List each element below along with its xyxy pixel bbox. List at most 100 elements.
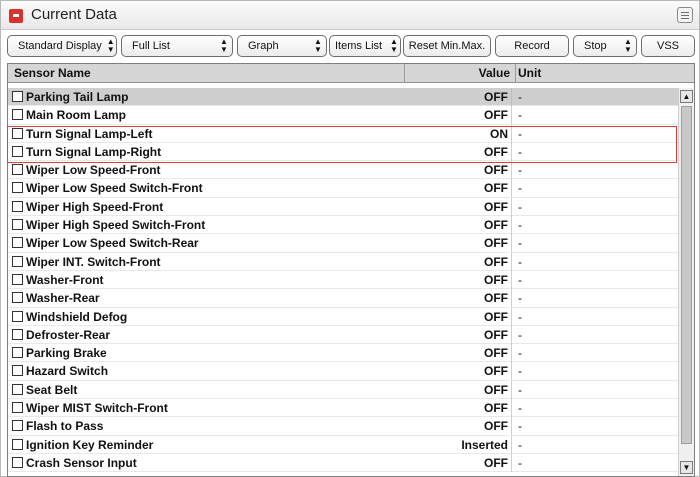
sensor-name: Main Room Lamp: [26, 108, 127, 123]
table-row[interactable]: Washer-Rear OFF -: [8, 289, 678, 308]
sensor-value: Inserted: [404, 435, 512, 454]
column-header-unit[interactable]: Unit: [515, 64, 541, 83]
row-checkbox[interactable]: [12, 273, 23, 285]
sensor-name: Defroster-Rear: [26, 327, 111, 342]
sensor-value: OFF: [404, 234, 512, 253]
column-header-sensor-name[interactable]: Sensor Name: [14, 64, 91, 83]
row-checkbox[interactable]: [12, 402, 23, 414]
sensor-name: Seat Belt: [26, 382, 78, 397]
table-header: Sensor Name Value Unit: [8, 64, 694, 83]
row-checkbox[interactable]: [12, 145, 23, 157]
table-row[interactable]: Wiper Low Speed Switch-Rear OFF -: [8, 234, 678, 253]
scroll-up-arrow-icon[interactable]: ▲: [680, 90, 693, 103]
sensor-name: Wiper Low Speed-Front: [26, 163, 161, 178]
sensor-name: Parking Brake: [26, 346, 107, 361]
table-row[interactable]: Flash to Pass OFF -: [8, 417, 678, 436]
sensor-value: OFF: [404, 216, 512, 235]
stop-select[interactable]: Stop ▲ ▼: [573, 35, 637, 57]
graph-mode-label: Graph: [248, 40, 279, 52]
table-row[interactable]: Wiper High Speed Switch-Front OFF -: [8, 216, 678, 235]
list-mode-select[interactable]: Full List ▲ ▼: [121, 35, 233, 57]
table-row[interactable]: Wiper High Speed-Front OFF -: [8, 197, 678, 217]
sensor-unit: -: [518, 126, 522, 141]
sensor-value: OFF: [404, 399, 512, 418]
table-row[interactable]: Parking Tail Lamp OFF -: [8, 88, 678, 107]
row-checkbox[interactable]: [12, 456, 23, 468]
sensor-data-table: Sensor Name Value Unit Parking Tail Lamp…: [7, 63, 695, 477]
row-checkbox[interactable]: [12, 91, 23, 102]
row-checkbox[interactable]: [12, 255, 23, 267]
table-row[interactable]: Hazard Switch OFF -: [8, 362, 678, 381]
sensor-value: OFF: [404, 179, 512, 198]
vertical-scrollbar[interactable]: ▲ ▼: [678, 88, 694, 476]
sensor-name: Wiper High Speed-Front: [26, 199, 164, 214]
row-checkbox[interactable]: [12, 237, 23, 249]
row-checkbox[interactable]: [12, 365, 23, 377]
sensor-value: OFF: [404, 252, 512, 271]
sensor-name: Wiper Low Speed Switch-Front: [26, 181, 203, 196]
table-row[interactable]: Main Room Lamp OFF -: [8, 106, 678, 125]
sensor-name: Windshield Defog: [26, 309, 128, 324]
table-row[interactable]: Ignition Key Reminder Inserted -: [8, 435, 678, 454]
vss-label: VSS: [656, 40, 679, 52]
row-checkbox[interactable]: [12, 420, 23, 432]
sensor-unit: -: [518, 382, 522, 397]
table-row[interactable]: Seat Belt OFF -: [8, 380, 678, 400]
scroll-down-arrow-icon[interactable]: ▼: [680, 461, 693, 474]
sensor-name: Ignition Key Reminder: [26, 437, 154, 452]
row-checkbox[interactable]: [12, 200, 23, 212]
row-checkbox[interactable]: [12, 383, 23, 395]
updown-arrows-icon: ▲ ▼: [390, 37, 398, 54]
sensor-name: Parking Tail Lamp: [26, 90, 129, 104]
table-row[interactable]: Crash Sensor Input OFF -: [8, 453, 678, 473]
menu-icon[interactable]: [677, 7, 693, 23]
row-checkbox[interactable]: [12, 310, 23, 322]
table-row[interactable]: Washer-Front OFF -: [8, 270, 678, 290]
sensor-unit: -: [518, 236, 522, 251]
table-row[interactable]: Parking Brake OFF -: [8, 344, 678, 363]
stop-label: Stop: [584, 40, 607, 52]
list-mode-label: Full List: [132, 40, 170, 52]
reset-min-max-button[interactable]: Reset Min.Max.: [403, 35, 491, 57]
table-row[interactable]: Wiper MIST Switch-Front OFF -: [8, 399, 678, 418]
vss-button[interactable]: VSS: [641, 35, 695, 57]
graph-mode-select[interactable]: Graph ▲ ▼: [237, 35, 327, 57]
sensor-name: Wiper INT. Switch-Front: [26, 254, 161, 269]
row-checkbox[interactable]: [12, 109, 23, 121]
sensor-unit: -: [518, 455, 522, 470]
row-checkbox[interactable]: [12, 347, 23, 359]
sensor-name: Wiper Low Speed Switch-Rear: [26, 236, 199, 251]
column-header-value[interactable]: Value: [404, 64, 512, 83]
table-row[interactable]: Wiper Low Speed-Front OFF -: [8, 161, 678, 180]
sensor-value: OFF: [404, 106, 512, 125]
items-list-select[interactable]: Items List ▲ ▼: [329, 35, 401, 57]
row-checkbox[interactable]: [12, 127, 23, 139]
table-row[interactable]: Windshield Defog OFF -: [8, 307, 678, 326]
row-checkbox[interactable]: [12, 328, 23, 340]
row-checkbox[interactable]: [12, 164, 23, 176]
sensor-unit: -: [518, 272, 522, 287]
display-mode-select[interactable]: Standard Display ▲ ▼: [7, 35, 117, 57]
row-checkbox[interactable]: [12, 438, 23, 450]
sensor-unit: -: [518, 163, 522, 178]
scrollbar-thumb[interactable]: [681, 106, 692, 444]
table-row[interactable]: Turn Signal Lamp-Right OFF -: [8, 142, 678, 162]
table-row[interactable]: Wiper Low Speed Switch-Front OFF -: [8, 179, 678, 198]
table-row[interactable]: Turn Signal Lamp-Left ON -: [8, 124, 678, 143]
table-row[interactable]: Defroster-Rear OFF -: [8, 325, 678, 345]
row-checkbox[interactable]: [12, 292, 23, 304]
sensor-value: OFF: [404, 453, 512, 472]
row-checkbox[interactable]: [12, 182, 23, 194]
sensor-unit: -: [518, 254, 522, 269]
sensor-unit: -: [518, 419, 522, 434]
table-row[interactable]: Wiper INT. Switch-Front OFF -: [8, 252, 678, 271]
reset-min-max-label: Reset Min.Max.: [408, 40, 486, 52]
updown-arrows-icon: ▲ ▼: [314, 37, 322, 54]
sensor-name: Washer-Front: [26, 272, 104, 287]
row-checkbox[interactable]: [12, 219, 23, 231]
sensor-value: OFF: [404, 380, 512, 399]
record-button[interactable]: Record: [495, 35, 569, 57]
collapse-icon[interactable]: [9, 9, 23, 23]
sensor-value: OFF: [404, 307, 512, 326]
current-data-panel: Current Data Standard Display ▲ ▼ Full Li…: [0, 0, 700, 477]
